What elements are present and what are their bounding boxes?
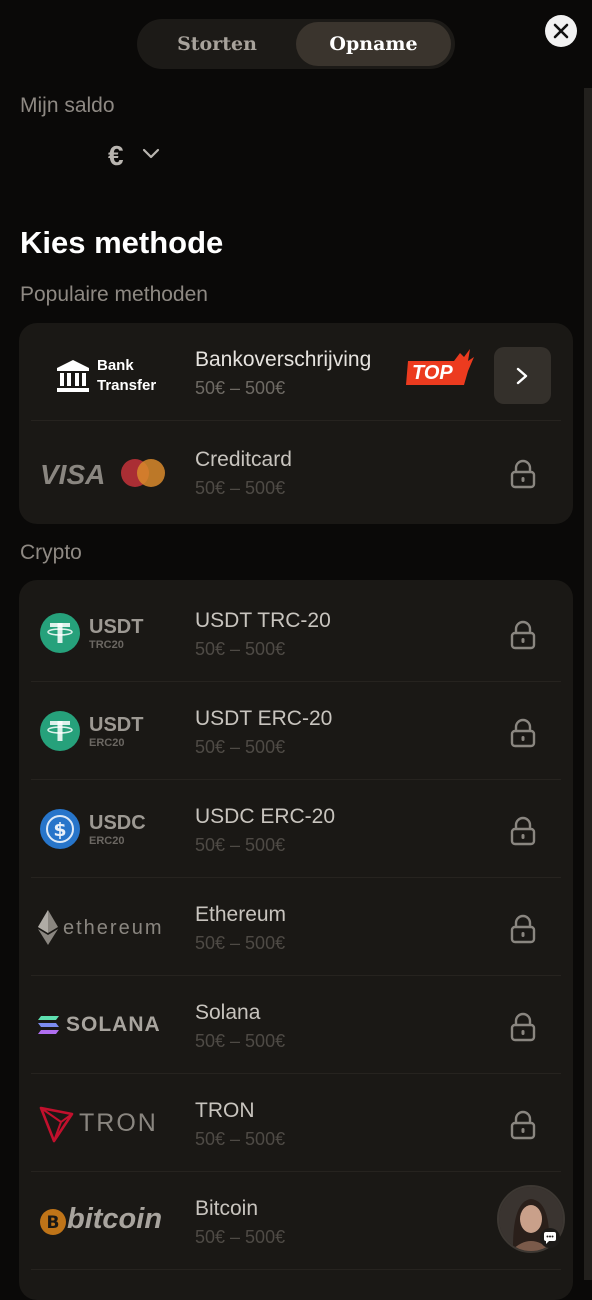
logo-text: USDC [89,812,146,834]
lock-icon [510,620,536,650]
method-range: 50€ – 500€ [195,1031,286,1051]
tron-logo: TRON [37,1094,187,1152]
bank-transfer-logo-text-2: Transfer [97,377,157,394]
method-row-tron[interactable]: TRON TRON 50€ – 500€ [19,1074,573,1172]
method-name: Solana [195,1001,261,1024]
method-range: 50€ – 500€ [195,478,286,498]
close-button[interactable] [545,15,577,47]
row-divider [31,420,561,421]
chat-icon [540,1228,560,1248]
logo-text: TRON [79,1109,158,1137]
row-divider [31,1269,561,1270]
method-range: 50€ – 500€ [195,933,286,953]
logo-subtext: ERC20 [89,737,125,749]
popular-methods-card: Bank Transfer Bankoverschrijving 50€ – 5… [19,323,573,524]
section-label-crypto: Crypto [20,541,82,564]
method-name: USDC ERC-20 [195,805,336,828]
usdt-erc20-logo: USDT ERC20 [37,702,187,760]
tab-deposit[interactable]: Storten [141,22,293,66]
lock-icon [510,1110,536,1140]
method-range: 50€ – 500€ [195,378,286,398]
usdt-trc20-logo: USDT TRC20 [37,604,187,662]
tab-switcher: Storten Opname [137,19,455,69]
section-label-popular: Populaire methoden [20,283,208,306]
page-title: Kies methode [20,225,224,260]
visa-mastercard-logo: VISA [37,443,187,501]
method-name: Bankoverschrijving [195,348,372,371]
lock-icon [510,459,536,489]
method-name: TRON [195,1099,255,1122]
method-row-bitcoin[interactable]: B bitcoin Bitcoin 50€ – 500€ [19,1172,573,1270]
tether-icon [40,613,80,653]
ethereum-logo: ethereum [37,898,187,956]
logo-text: bitcoin [67,1203,163,1235]
solana-icon [38,1016,59,1034]
method-range: 50€ – 500€ [195,1227,286,1247]
method-row-bank-transfer[interactable]: Bank Transfer Bankoverschrijving 50€ – 5… [19,323,573,421]
bank-transfer-logo-text-1: Bank [97,357,134,374]
bank-transfer-logo: Bank Transfer [37,343,187,401]
method-row-solana[interactable]: SOLANA Solana 50€ – 500€ [19,976,573,1074]
balance-label: Mijn saldo [20,94,115,117]
usdc-erc20-logo: $ USDC ERC20 [37,800,187,858]
method-row-ethereum[interactable]: ethereum Ethereum 50€ – 500€ [19,878,573,976]
method-range: 50€ – 500€ [195,737,286,757]
tab-withdraw[interactable]: Opname [296,22,451,66]
logo-text: ethereum [63,917,164,939]
method-row-creditcard[interactable]: VISA Creditcard 50€ – 500€ [19,423,573,521]
ethereum-icon [38,910,58,945]
method-row-usdt-erc20[interactable]: USDT ERC20 USDT ERC-20 50€ – 500€ [19,682,573,780]
logo-text: SOLANA [66,1013,161,1036]
visa-logo-text: VISA [40,459,106,490]
bitcoin-logo: B bitcoin [37,1192,187,1250]
svg-text:B: B [47,1213,60,1233]
logo-text: USDT [89,714,144,736]
chevron-down-icon[interactable] [142,148,160,160]
lock-icon [510,1012,536,1042]
solana-logo: SOLANA [37,996,187,1054]
logo-subtext: TRC20 [89,639,124,651]
lock-icon [510,718,536,748]
crypto-methods-card: USDT TRC20 USDT TRC-20 50€ – 500€ USDT E… [19,580,573,1300]
method-name: USDT TRC-20 [195,609,331,632]
chevron-right-icon [516,367,528,385]
method-range: 50€ – 500€ [195,639,286,659]
usdc-icon: $ [40,809,80,849]
logo-subtext: ERC20 [89,835,125,847]
lock-icon [510,816,536,846]
method-row-usdt-trc20[interactable]: USDT TRC20 USDT TRC-20 50€ – 500€ [19,584,573,682]
method-name: Creditcard [195,448,292,471]
bank-icon [57,360,89,392]
lock-icon [510,914,536,944]
currency-selector[interactable]: € [108,140,124,172]
method-name: Bitcoin [195,1197,259,1220]
method-range: 50€ – 500€ [195,835,286,855]
scrollbar-thumb[interactable] [584,88,592,1280]
method-name: USDT ERC-20 [195,707,333,730]
tron-icon [39,1106,74,1143]
close-icon [553,23,569,39]
bitcoin-icon: B [40,1209,66,1235]
select-bank-transfer-button[interactable] [494,347,551,404]
svg-text:$: $ [53,819,66,841]
logo-text: USDT [89,616,144,638]
support-chat-button[interactable] [497,1185,565,1253]
top-badge-text: TOP [412,362,453,384]
method-range: 50€ – 500€ [195,1129,286,1149]
method-name: Ethereum [195,903,287,926]
tether-icon [40,711,80,751]
mastercard-icon [121,459,165,487]
method-row-usdc-erc20[interactable]: $ USDC ERC20 USDC ERC-20 50€ – 500€ [19,780,573,878]
